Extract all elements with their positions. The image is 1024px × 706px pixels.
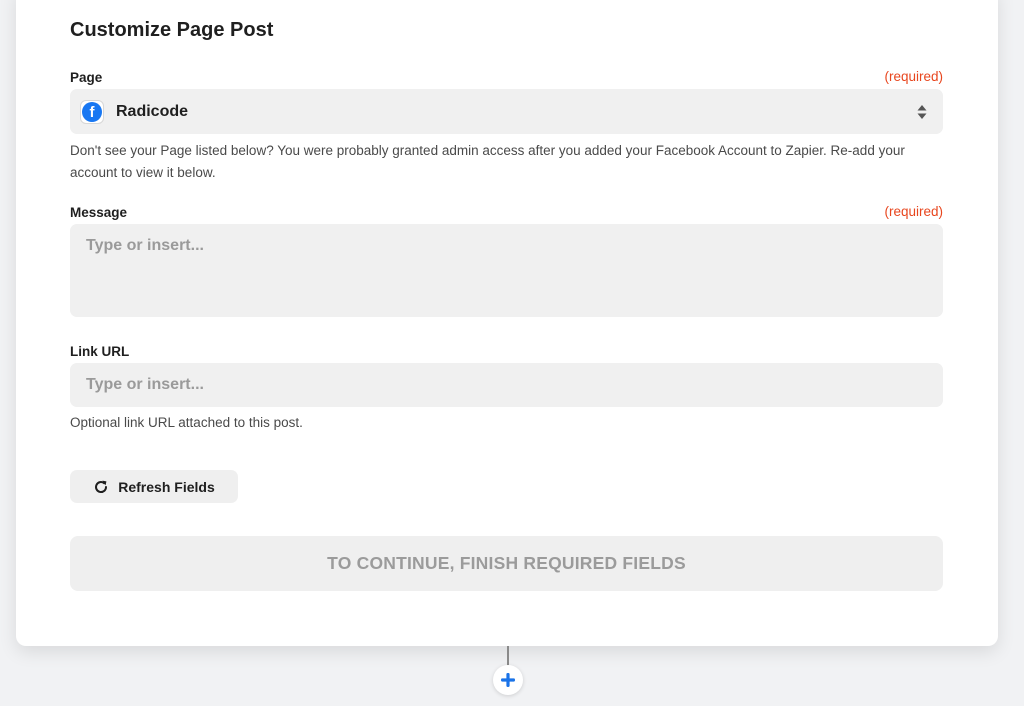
continue-button[interactable]: TO CONTINUE, FINISH REQUIRED FIELDS [70,536,943,591]
plus-icon [501,673,515,687]
add-step-button[interactable] [493,665,523,695]
message-field-label: Message [70,205,128,220]
refresh-icon [95,480,108,493]
link-url-input[interactable]: Type or insert... [70,363,943,407]
link-url-help-text: Optional link URL attached to this post. [70,415,303,430]
message-textarea[interactable]: Type or insert... [70,224,943,317]
page-help-text: Don't see your Page listed below? You we… [70,143,905,180]
refresh-fields-label: Refresh Fields [118,478,215,495]
facebook-icon: f [80,99,104,124]
page-title: Customize Page Post [70,19,274,41]
page-required-indicator: (required) [884,69,943,84]
customize-page-post-card: Customize Page Post Page (required) f Ra… [16,0,998,646]
page-select[interactable]: f Radicode [70,89,943,134]
link-url-field-header: Link URL [70,343,943,361]
message-required-indicator: (required) [884,204,943,219]
message-field-header: Message (required) [70,204,943,222]
page-field-header: Page (required) [70,69,943,87]
refresh-fields-button[interactable]: Refresh Fields [70,470,238,503]
page-select-value: Radicode [116,102,189,120]
sort-arrows-icon [917,105,927,119]
page-field-label: Page [70,70,103,85]
link-url-field-label: Link URL [70,344,130,359]
